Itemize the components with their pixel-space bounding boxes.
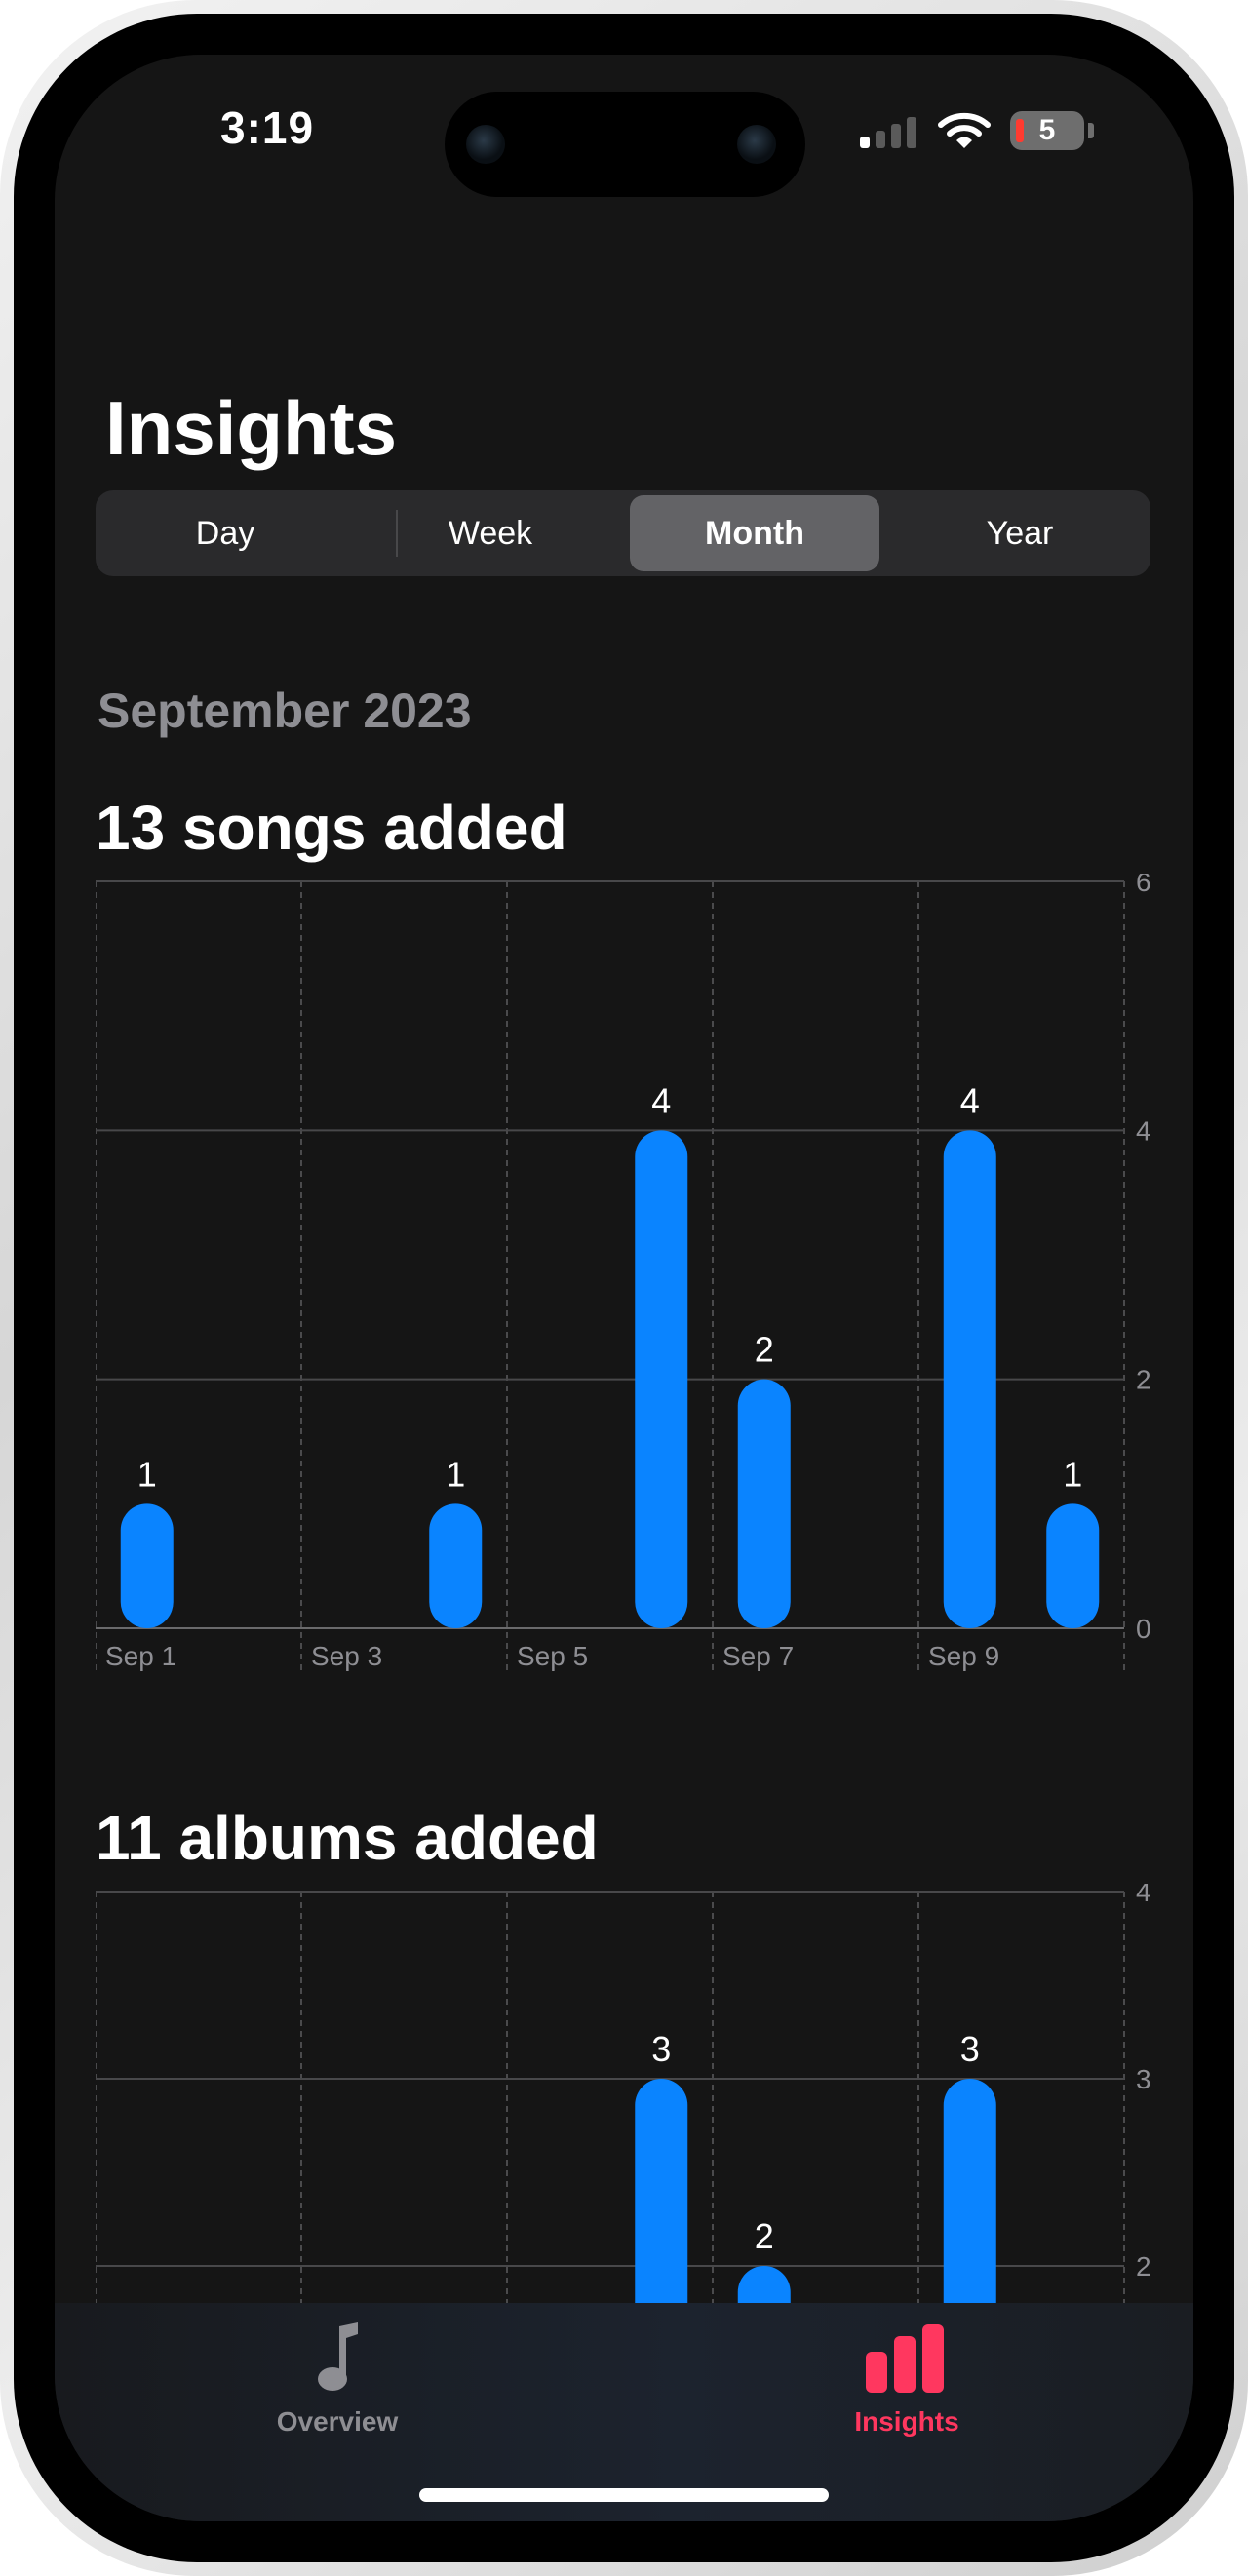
bar xyxy=(1046,1503,1100,1628)
music-note-icon xyxy=(318,2322,358,2391)
albums-chart-svg: 2 3 4 3 2 3 xyxy=(96,1884,1151,2303)
battery-level: 5 xyxy=(1038,114,1056,146)
period-segmented-control: Day Week Month Year xyxy=(96,490,1150,576)
bar-value-label: 3 xyxy=(651,2029,671,2069)
y-tick-label: 6 xyxy=(1136,874,1151,897)
albums-chart-title: 11 albums added xyxy=(96,1803,599,1873)
x-tick-label: Sep 1 xyxy=(105,1641,176,1671)
bar xyxy=(737,1379,791,1628)
bar-value-label: 3 xyxy=(960,2029,980,2069)
bar-value-label: 2 xyxy=(755,1330,774,1370)
dynamic-island xyxy=(445,92,805,197)
chart-bar-icon xyxy=(866,2324,944,2393)
y-tick-label: 3 xyxy=(1136,2064,1151,2094)
front-camera-icon xyxy=(466,125,505,164)
status-time: 3:19 xyxy=(220,102,315,153)
x-tick-label: Sep 5 xyxy=(517,1641,588,1671)
wifi-icon xyxy=(938,112,991,148)
segment-week[interactable]: Week xyxy=(366,495,615,571)
x-tick-label: Sep 7 xyxy=(722,1641,794,1671)
tab-insights[interactable]: Insights xyxy=(760,2313,1053,2459)
x-tick-label: Sep 3 xyxy=(311,1641,382,1671)
status-bar: 3:19 5 xyxy=(55,55,1193,197)
albums-added-chart: 2 3 4 3 2 3 xyxy=(96,1884,1188,2303)
page-title: Insights xyxy=(105,385,398,471)
tab-overview[interactable]: Overview xyxy=(191,2313,484,2459)
songs-chart-svg: 0 2 4 6 Sep 1 Sep 3 Sep 5 Sep 7 Sep 9 1 1 4 2 4 1 xyxy=(96,874,1151,1673)
battery-cap xyxy=(1088,123,1094,138)
sensor-icon xyxy=(737,125,776,164)
y-tick-label: 2 xyxy=(1136,2251,1151,2282)
battery-low-indicator xyxy=(1016,119,1024,142)
bar xyxy=(120,1503,174,1628)
segment-month[interactable]: Month xyxy=(630,495,879,571)
bar xyxy=(635,1130,688,1628)
bar-value-label: 4 xyxy=(651,1080,671,1120)
songs-chart-title: 13 songs added xyxy=(96,793,567,863)
y-tick-label: 4 xyxy=(1136,1115,1151,1146)
bar xyxy=(429,1503,483,1628)
x-tick-label: Sep 9 xyxy=(928,1641,999,1671)
y-tick-label: 0 xyxy=(1136,1614,1151,1644)
bar-value-label: 1 xyxy=(446,1454,465,1494)
y-tick-label: 2 xyxy=(1136,1365,1151,1395)
tab-label-insights: Insights xyxy=(854,2406,959,2437)
segment-day[interactable]: Day xyxy=(100,495,350,571)
songs-added-chart: 0 2 4 6 Sep 1 Sep 3 Sep 5 Sep 7 Sep 9 1 1 4 2 4 1 xyxy=(96,874,1188,1683)
cellular-signal-icon xyxy=(860,115,918,148)
tab-label-overview: Overview xyxy=(276,2406,399,2437)
bar-value-label: 1 xyxy=(137,1454,157,1494)
bar-value-label: 4 xyxy=(960,1080,980,1120)
battery-icon: 5 xyxy=(1010,111,1084,150)
bar xyxy=(943,2079,996,2303)
home-indicator xyxy=(419,2488,829,2502)
period-label: September 2023 xyxy=(98,683,472,738)
bar xyxy=(635,2079,688,2303)
y-tick-label: 4 xyxy=(1136,1884,1151,1907)
bar xyxy=(737,2266,791,2303)
bar xyxy=(943,1130,996,1628)
app-screen: 3:19 5 Insights Day Week Month Year Sept… xyxy=(55,55,1193,2521)
bar-value-label: 1 xyxy=(1063,1454,1082,1494)
segment-year[interactable]: Year xyxy=(895,495,1145,571)
bar-value-label: 2 xyxy=(755,2216,774,2256)
